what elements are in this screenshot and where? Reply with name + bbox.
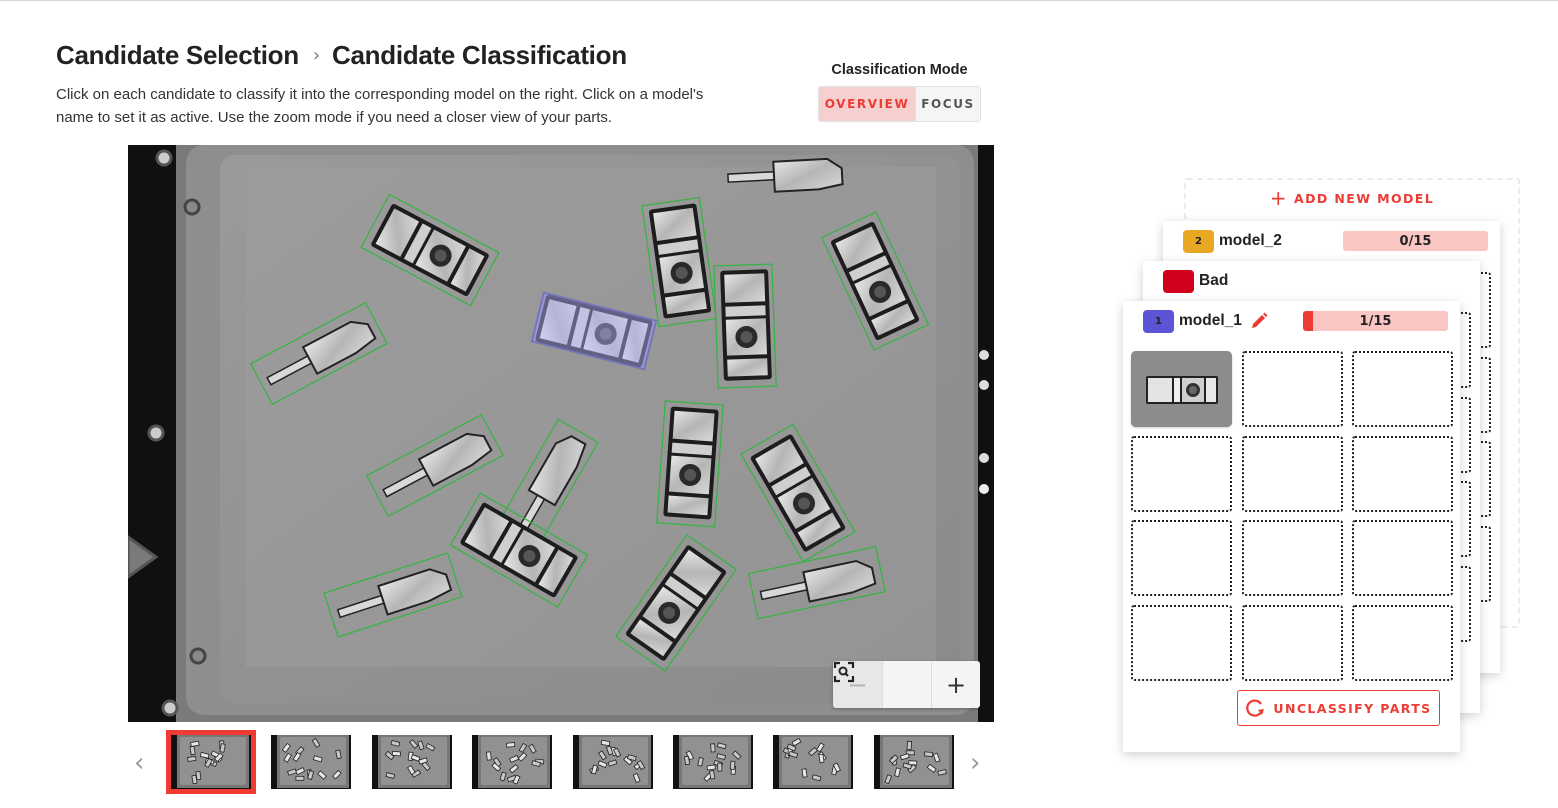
mode-focus-button[interactable]: FOCUS <box>915 87 980 121</box>
breadcrumb-separator-icon: › <box>312 45 321 66</box>
model-name[interactable]: model_1 <box>1179 312 1242 330</box>
model-card-model-1: 1 model_1 1/15 UNCLASSIFY PARTS <box>1123 301 1460 752</box>
thumbnail-image <box>572 735 653 789</box>
progress-text: 1/15 <box>1359 313 1392 329</box>
mode-overview-button[interactable]: OVERVIEW <box>819 87 915 121</box>
model-name[interactable]: Bad <box>1199 272 1228 290</box>
classified-part-slot[interactable] <box>1131 351 1232 427</box>
image-thumbnail[interactable] <box>367 730 457 794</box>
add-new-model-label: ADD NEW MODEL <box>1294 190 1435 206</box>
thumbnail-strip <box>166 730 969 794</box>
refresh-icon <box>1246 699 1265 717</box>
zoom-controls: − + <box>833 661 980 708</box>
thumbnails-next-button[interactable]: › <box>970 748 980 778</box>
breadcrumb: Candidate Selection › Candidate Classifi… <box>56 40 627 71</box>
image-viewer[interactable]: − + <box>128 145 994 722</box>
image-thumbnail[interactable] <box>568 730 658 794</box>
chevron-left-icon: ‹ <box>134 748 145 778</box>
classification-slot-grid <box>1131 351 1453 681</box>
image-thumbnail[interactable] <box>266 730 356 794</box>
thumbnail-image <box>171 735 251 789</box>
zoom-in-button[interactable]: + <box>931 661 980 708</box>
classification-slot[interactable] <box>1131 435 1232 512</box>
image-thumbnail[interactable] <box>166 730 256 794</box>
thumbnail-image <box>873 735 954 789</box>
top-divider <box>0 0 1558 1</box>
classification-slot[interactable] <box>1352 520 1453 596</box>
classification-slot[interactable] <box>1131 520 1232 596</box>
zoom-fit-icon <box>833 661 855 683</box>
add-new-model-button[interactable]: + ADD NEW MODEL <box>1186 186 1518 210</box>
unclassify-parts-button[interactable]: UNCLASSIFY PARTS <box>1237 690 1440 726</box>
classification-slot[interactable] <box>1352 604 1453 681</box>
plus-icon: + <box>945 670 967 699</box>
classification-mode: Classification Mode OVERVIEW FOCUS <box>818 62 981 122</box>
classification-slot[interactable] <box>1131 604 1232 681</box>
plus-icon: + <box>1269 186 1289 210</box>
unclassify-parts-label: UNCLASSIFY PARTS <box>1273 700 1432 716</box>
thumbnail-image <box>371 735 452 789</box>
image-thumbnail[interactable] <box>668 730 758 794</box>
classification-mode-label: Classification Mode <box>831 62 968 78</box>
progress-text: 0/15 <box>1399 233 1432 249</box>
classification-slot[interactable] <box>1241 604 1343 681</box>
instructions-text: Click on each candidate to classify it i… <box>56 86 704 126</box>
thumbnails-prev-button[interactable]: ‹ <box>134 748 144 778</box>
model-progress: 0/15 <box>1343 231 1488 251</box>
classification-slot[interactable] <box>1352 435 1453 512</box>
model-badge: 2 <box>1183 229 1214 253</box>
tray-image <box>128 145 994 722</box>
zoom-fit-button[interactable] <box>833 661 931 708</box>
image-thumbnail[interactable] <box>768 730 858 794</box>
classification-slot[interactable] <box>1241 435 1343 512</box>
image-thumbnail[interactable] <box>467 730 557 794</box>
classification-slot[interactable] <box>1241 520 1343 596</box>
model-badge: 1 <box>1143 309 1174 333</box>
thumbnail-image <box>773 735 854 789</box>
classification-mode-toggle: OVERVIEW FOCUS <box>818 86 981 122</box>
model-progress: 1/15 <box>1303 311 1448 331</box>
thumbnail-image <box>672 735 753 789</box>
progress-fill <box>1303 311 1313 331</box>
model-card-header[interactable]: Bad <box>1143 261 1480 301</box>
pencil-icon[interactable] <box>1250 312 1268 330</box>
classification-slot[interactable] <box>1352 351 1453 427</box>
page-title: Candidate Classification <box>332 40 627 70</box>
model-name[interactable]: model_2 <box>1219 232 1282 250</box>
classification-slot[interactable] <box>1241 351 1343 427</box>
image-thumbnail[interactable] <box>869 730 959 794</box>
thumbnail-image <box>472 735 553 789</box>
chevron-right-icon: › <box>970 748 981 778</box>
classified-part-thumbnail <box>1131 351 1232 427</box>
breadcrumb-candidate-selection[interactable]: Candidate Selection <box>56 40 299 71</box>
model-badge <box>1163 269 1194 293</box>
thumbnail-image <box>271 735 352 789</box>
